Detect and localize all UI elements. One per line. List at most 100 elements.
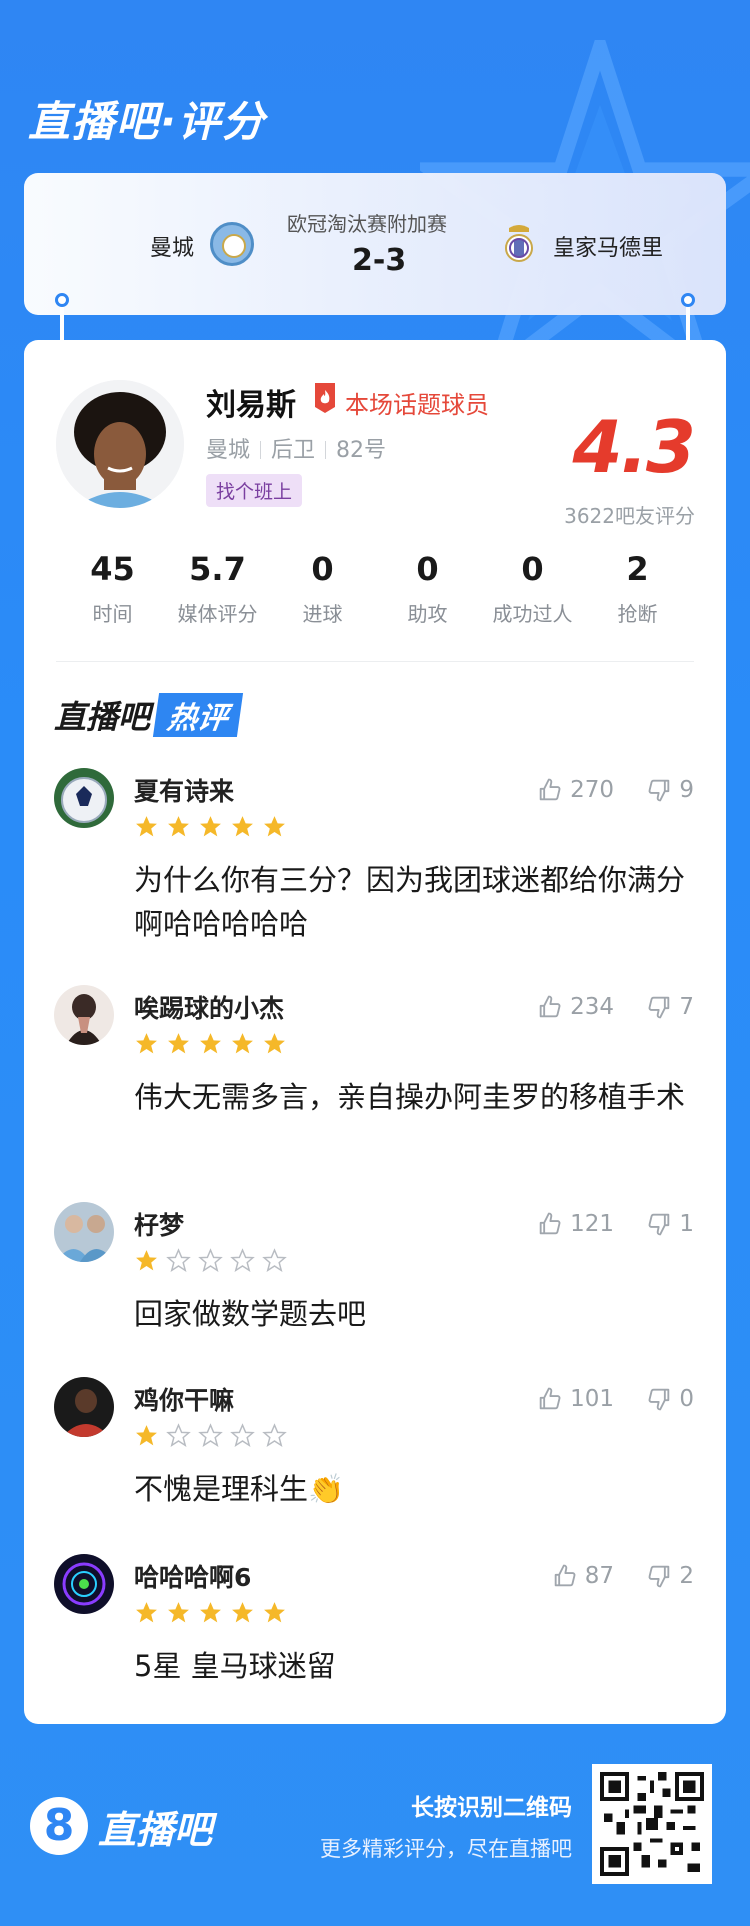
footer-logo: 8 直播吧	[30, 1797, 212, 1855]
stat-label: 成功过人	[492, 602, 573, 626]
like-button[interactable]: 101	[536, 1385, 614, 1413]
star-empty-icon	[166, 1423, 191, 1448]
like-count: 234	[570, 994, 614, 1020]
dislike-button[interactable]: 7	[645, 993, 694, 1021]
away-team-crest-icon	[505, 225, 533, 262]
stat-value: 2	[626, 550, 649, 588]
thumbs-down-icon	[648, 779, 670, 802]
like-count: 270	[570, 777, 614, 803]
star-filled-icon	[264, 1033, 285, 1054]
star-filled-icon	[232, 816, 253, 837]
like-count: 87	[584, 1563, 614, 1589]
thumbs-up-icon	[554, 1564, 576, 1587]
stat-label: 进球	[302, 602, 343, 626]
dislike-count: 2	[679, 1563, 694, 1589]
hot-topic-icon	[315, 383, 335, 413]
stat-value: 0	[416, 550, 439, 588]
comment-text: 为什么你有三分？因为我团球迷都给你满分啊哈哈哈哈哈	[134, 863, 686, 941]
thumbs-down-icon	[648, 1565, 670, 1588]
like-count: 121	[570, 1211, 614, 1237]
player-name: 刘易斯	[206, 388, 296, 423]
qr-code[interactable]	[592, 1764, 712, 1884]
comment-user[interactable]: 夏有诗来	[134, 772, 234, 808]
avatar[interactable]	[54, 768, 114, 828]
star-filled-icon	[168, 1033, 189, 1054]
comment-text: 回家做数学题去吧	[134, 1297, 367, 1331]
star-filled-icon	[232, 1602, 253, 1623]
dislike-button[interactable]: 1	[645, 1210, 694, 1238]
comment-user[interactable]: 哈哈哈啊6	[134, 1558, 251, 1594]
like-button[interactable]: 234	[536, 993, 614, 1021]
hot-title-brand: 直播吧	[54, 698, 151, 736]
dislike-count: 0	[679, 1386, 694, 1412]
star-rating	[134, 814, 287, 839]
star-rating	[134, 1423, 287, 1448]
competition-label: 欧冠淘汰赛附加赛	[287, 212, 447, 236]
home-team-name: 曼城	[150, 236, 195, 261]
star-filled-icon	[200, 1033, 221, 1054]
dislike-count: 7	[679, 994, 694, 1020]
connector-dot	[681, 293, 695, 307]
stat-value: 0	[521, 550, 544, 588]
thumbs-up-icon	[539, 1212, 561, 1235]
star-empty-icon	[198, 1423, 223, 1448]
brand-title: 直播吧·评分	[28, 97, 266, 146]
star-filled-icon	[200, 816, 221, 837]
star-filled-icon	[136, 1425, 157, 1446]
stat-item: 0 成功过人	[480, 550, 585, 627]
like-button[interactable]: 121	[536, 1210, 614, 1238]
footer-qr-hint: 长按识别二维码	[411, 1795, 572, 1821]
star-empty-icon	[166, 1248, 191, 1273]
star-filled-icon	[200, 1602, 221, 1623]
stat-item: 0 进球	[270, 550, 375, 627]
like-button[interactable]: 87	[551, 1562, 614, 1590]
dislike-button[interactable]: 9	[645, 776, 694, 804]
logo-8-icon: 8	[30, 1797, 88, 1855]
thumbs-up-icon	[539, 778, 561, 801]
avatar[interactable]	[54, 985, 114, 1045]
comment-user[interactable]: 唉踢球的小杰	[134, 989, 284, 1025]
comment-user[interactable]: 鸡你干嘛	[134, 1381, 234, 1417]
comment-user[interactable]: 杍梦	[134, 1206, 184, 1242]
home-team-crest-icon	[210, 222, 254, 266]
star-rating	[134, 1248, 287, 1273]
star-filled-icon	[232, 1033, 253, 1054]
star-filled-icon	[168, 1602, 189, 1623]
like-count: 101	[570, 1386, 614, 1412]
avatar[interactable]	[54, 1377, 114, 1437]
away-team-name: 皇家马德里	[553, 236, 664, 261]
comment-item: 鸡你干嘛 101 0 不愧是理科生👏	[54, 1377, 694, 1527]
like-button[interactable]: 270	[536, 776, 614, 804]
stat-label: 助攻	[407, 602, 448, 626]
thumbs-down-icon	[648, 1213, 670, 1236]
comment-item: 夏有诗来 270 9 为什么你有三分？因为我团球迷都给你满分啊哈哈哈哈哈	[54, 768, 694, 958]
player-team: 曼城	[206, 438, 251, 463]
comment-text: 伟大无需多言，亲自操办阿圭罗的移植手术	[134, 1080, 686, 1114]
star-filled-icon	[136, 816, 157, 837]
footer-tagline: 更多精彩评分，尽在直播吧	[320, 1837, 572, 1861]
divider	[56, 661, 694, 662]
stat-item: 45 时间	[60, 550, 165, 627]
meta-separator	[260, 441, 262, 459]
player-meta: 曼城 后卫 82号	[206, 432, 386, 464]
star-filled-icon	[264, 816, 285, 837]
logo-text: 直播吧	[98, 1807, 213, 1852]
star-empty-icon	[198, 1248, 223, 1273]
comment-item: 杍梦 121 1 回家做数学题去吧	[54, 1202, 694, 1352]
dislike-button[interactable]: 2	[645, 1562, 694, 1590]
stat-value: 0	[311, 550, 334, 588]
comment-item: 唉踢球的小杰 234 7 伟大无需多言，亲自操办阿圭罗的移植手术	[54, 985, 694, 1175]
meta-separator	[325, 441, 327, 459]
avatar[interactable]	[54, 1554, 114, 1614]
player-number: 82号	[336, 438, 387, 463]
thumbs-down-icon	[648, 996, 670, 1019]
player-tag[interactable]: 找个班上	[206, 474, 303, 507]
player-avatar	[56, 380, 184, 508]
star-empty-icon	[230, 1423, 255, 1448]
star-filled-icon	[136, 1033, 157, 1054]
avatar[interactable]	[54, 1202, 114, 1262]
star-empty-icon	[262, 1423, 287, 1448]
star-filled-icon	[168, 816, 189, 837]
dislike-button[interactable]: 0	[645, 1385, 694, 1413]
stat-label: 抢断	[617, 602, 658, 626]
